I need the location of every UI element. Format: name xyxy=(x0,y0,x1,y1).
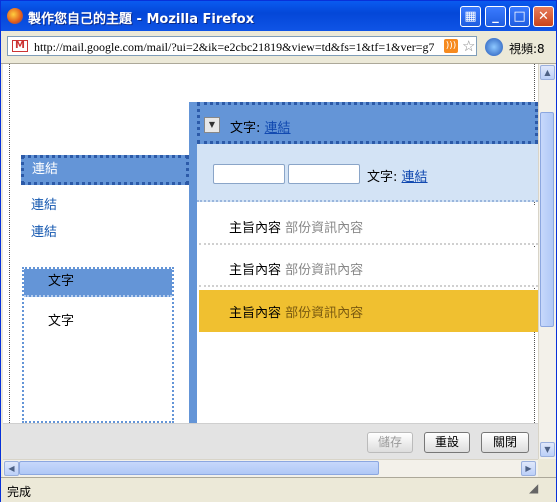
row-subject: 主旨內容 xyxy=(229,263,282,278)
resize-grip-icon[interactable]: ◢ xyxy=(529,481,545,497)
nav-item-selected[interactable]: 連結 xyxy=(21,155,189,185)
list-item[interactable]: 主旨內容 部份資訊內容 xyxy=(199,205,538,245)
right-header: ▼ 文字: 連結 xyxy=(197,102,538,144)
minimize-button[interactable]: _ xyxy=(485,6,506,27)
toolbar-input[interactable] xyxy=(288,164,360,184)
vertical-scroll-thumb[interactable] xyxy=(540,112,554,327)
box-body: 文字 xyxy=(48,314,75,329)
address-bar: M http://mail.google.com/mail/?ui=2&ik=e… xyxy=(1,31,556,64)
scroll-up-button[interactable]: ▲ xyxy=(540,65,555,80)
button-bar: 儲存 重設 關閉 xyxy=(3,423,538,460)
toolbar-link[interactable]: 連結 xyxy=(402,170,428,185)
guide-line-left xyxy=(9,64,10,423)
scroll-left-button[interactable]: ◀ xyxy=(4,461,19,476)
row-snippet: 部份資訊內容 xyxy=(285,306,364,321)
box-header: 文字 xyxy=(24,269,172,297)
scroll-right-button[interactable]: ▶ xyxy=(521,461,536,476)
tile-icon[interactable]: ▦ xyxy=(460,6,481,27)
header-link[interactable]: 連結 xyxy=(265,121,291,136)
close-dialog-button[interactable]: 關閉 xyxy=(481,432,529,453)
gmail-icon: M xyxy=(12,40,28,52)
status-bar: 完成 ◢ xyxy=(1,477,556,502)
nav-link[interactable]: 連結 xyxy=(31,194,57,213)
status-text: 完成 xyxy=(7,485,32,499)
title-bar[interactable]: 製作您自己的主題 - Mozilla Firefox ▦ _ □ ✕ xyxy=(1,1,556,31)
close-button[interactable]: ✕ xyxy=(533,6,554,27)
browser-window: 製作您自己的主題 - Mozilla Firefox ▦ _ □ ✕ M htt… xyxy=(0,0,557,502)
toolbar-text: 文字: 連結 xyxy=(367,166,428,185)
window-title: 製作您自己的主題 - Mozilla Firefox xyxy=(28,12,255,27)
rss-icon[interactable]: ))) xyxy=(444,39,458,53)
content-area: 連結 連結 連結 文字 文字 ▼ 文字: 連結 文字: 連結 主旨內容 部份資訊… xyxy=(3,64,538,423)
chevron-down-icon[interactable]: ▼ xyxy=(204,117,220,133)
header-label: 文字: xyxy=(230,121,261,136)
list-item[interactable]: 主旨內容 部份資訊內容 xyxy=(199,247,538,287)
row-snippet: 部份資訊內容 xyxy=(285,221,364,236)
scroll-corner xyxy=(538,459,555,476)
toolbar-label: 文字: xyxy=(367,170,398,185)
url-field[interactable]: M http://mail.google.com/mail/?ui=2&ik=e… xyxy=(7,36,477,56)
maximize-button[interactable]: □ xyxy=(509,6,530,27)
horizontal-scrollbar[interactable]: ◀ ▶ xyxy=(3,459,538,477)
header-text: 文字: 連結 xyxy=(230,117,291,136)
panel-divider xyxy=(189,102,197,423)
extension-icon[interactable] xyxy=(485,38,503,56)
sidebar-box: 文字 文字 xyxy=(22,267,174,423)
nav-link[interactable]: 連結 xyxy=(31,221,57,240)
firefox-icon xyxy=(7,8,23,24)
list-item-selected[interactable]: 主旨內容 部份資訊內容 xyxy=(199,290,538,332)
star-icon[interactable]: ☆ xyxy=(462,37,475,55)
extension-label[interactable]: 視頻:8 xyxy=(509,40,545,57)
url-text[interactable]: http://mail.google.com/mail/?ui=2&ik=e2c… xyxy=(34,40,434,55)
save-button[interactable]: 儲存 xyxy=(367,432,413,453)
vertical-scrollbar[interactable]: ▲ ▼ xyxy=(538,64,556,459)
row-subject: 主旨內容 xyxy=(229,306,282,321)
scroll-down-button[interactable]: ▼ xyxy=(540,442,555,457)
horizontal-scroll-thumb[interactable] xyxy=(19,461,379,475)
reset-button[interactable]: 重設 xyxy=(424,432,470,453)
row-subject: 主旨內容 xyxy=(229,221,282,236)
toolbar: 文字: 連結 xyxy=(197,144,538,202)
row-snippet: 部份資訊內容 xyxy=(285,263,364,278)
toolbar-input[interactable] xyxy=(213,164,285,184)
